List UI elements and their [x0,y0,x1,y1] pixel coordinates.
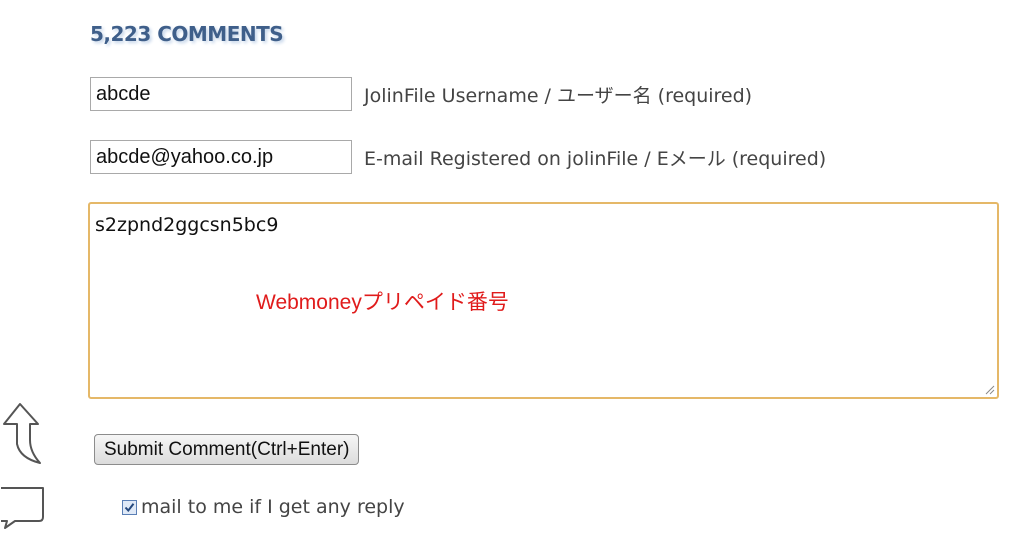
mail-reply-option: mail to me if I get any reply [122,496,405,518]
submit-comment-button[interactable]: Submit Comment(Ctrl+Enter) [94,434,360,465]
email-row: E-mail Registered on jolinFile / Eメール (r… [90,140,826,174]
email-label: E-mail Registered on jolinFile / Eメール (r… [364,147,827,170]
comment-text[interactable]: s2zpnd2ggcsn5bc9 [95,214,278,236]
username-label: JolinFile Username / ユーザー名 (required) [364,84,753,107]
up-arrow-icon[interactable] [0,400,44,466]
comment-annotation: Webmoneyプリペイド番号 [256,291,509,314]
username-input[interactable] [90,77,352,111]
check-icon [124,502,135,512]
resize-handle-icon[interactable] [983,383,995,395]
email-input[interactable] [90,140,352,174]
comments-count-title: 5,223 COMMENTS [90,22,284,46]
mail-reply-checkbox[interactable] [122,499,137,515]
username-row: JolinFile Username / ユーザー名 (required) [90,77,752,111]
comment-form-page: 5,223 COMMENTS JolinFile Username / ユーザー… [0,0,1024,536]
comment-textarea[interactable]: s2zpnd2ggcsn5bc9 Webmoneyプリペイド番号 [88,202,999,399]
mail-reply-label: mail to me if I get any reply [141,496,405,518]
comment-bubble-icon[interactable] [0,483,48,529]
